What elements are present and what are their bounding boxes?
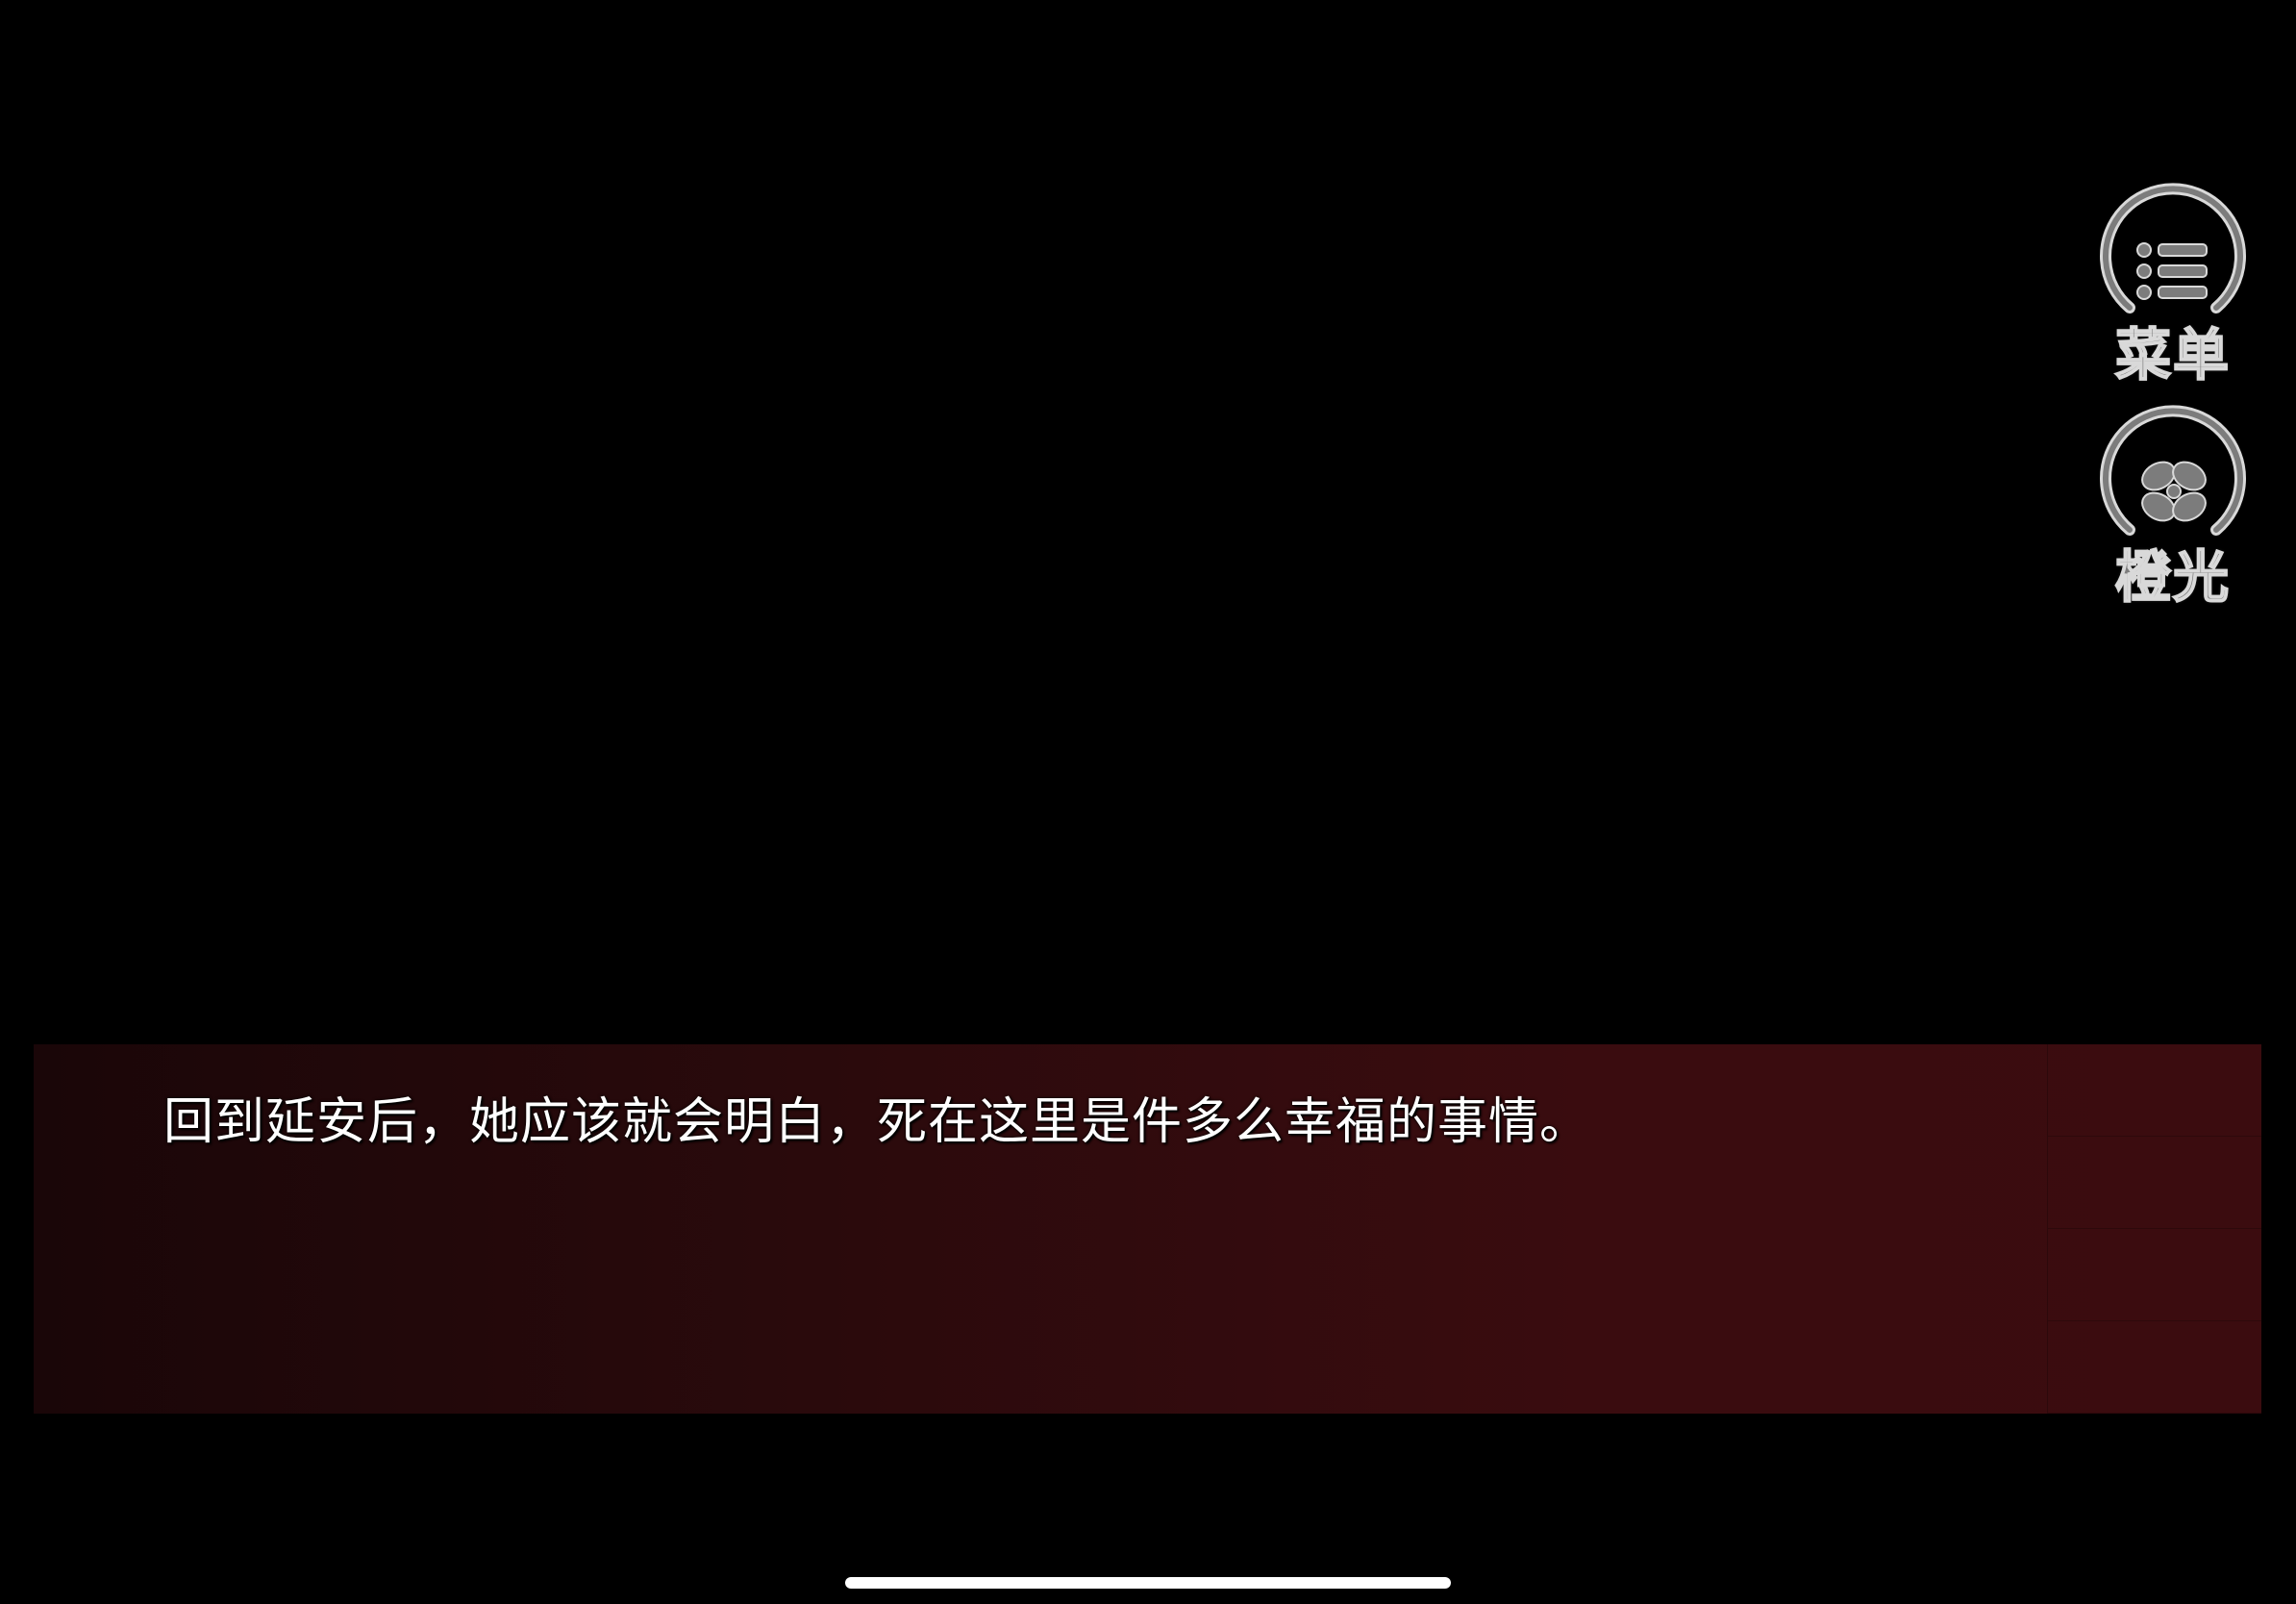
menu-label: 菜单 [2114, 321, 2231, 388]
orange-light-label: 橙光 [2114, 543, 2231, 611]
menu-button[interactable]: 菜单 [2100, 183, 2246, 388]
orange-light-button[interactable]: 橙光 [2100, 405, 2246, 611]
home-indicator[interactable] [845, 1577, 1451, 1589]
dialogue-text: 回到延安后，她应该就会明白，死在这里是件多么幸福的事情。 [163, 1093, 1591, 1151]
